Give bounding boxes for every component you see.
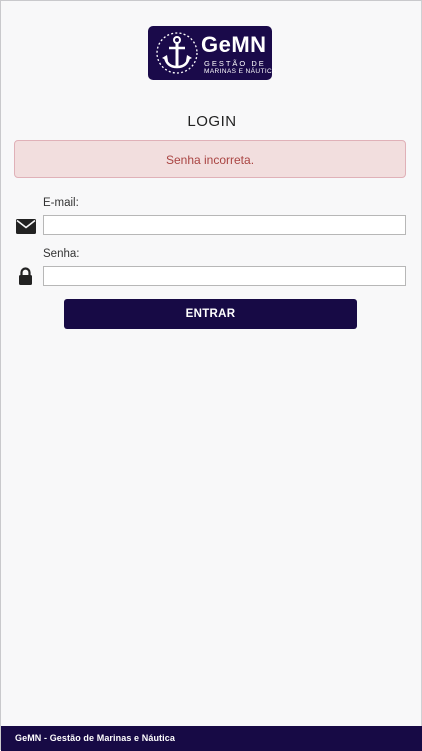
footer-text: GeMN - Gestão de Marinas e Náutica bbox=[15, 733, 175, 743]
envelope-icon bbox=[16, 219, 36, 234]
footer: GeMN - Gestão de Marinas e Náutica bbox=[1, 726, 422, 751]
brand-name: GeMN bbox=[201, 32, 267, 57]
brand-logo: GeMN GESTÃO DE MARINAS E NÁUTICA bbox=[148, 26, 277, 80]
lock-icon bbox=[19, 267, 32, 285]
email-field[interactable] bbox=[43, 215, 406, 235]
error-alert: Senha incorreta. bbox=[14, 140, 406, 178]
submit-button[interactable]: ENTRAR bbox=[64, 299, 357, 329]
password-field[interactable] bbox=[43, 266, 406, 286]
password-label: Senha: bbox=[43, 248, 80, 260]
anchor-icon bbox=[156, 32, 198, 74]
page-title: LOGIN bbox=[187, 113, 237, 130]
brand-subtitle-line2: MARINAS E NÁUTICA bbox=[204, 68, 277, 75]
page-frame: GeMN GESTÃO DE MARINAS E NÁUTICA LOGIN S… bbox=[0, 0, 422, 751]
email-label: E-mail: bbox=[43, 197, 79, 209]
brand-subtitle-line1: GESTÃO DE bbox=[204, 59, 266, 68]
